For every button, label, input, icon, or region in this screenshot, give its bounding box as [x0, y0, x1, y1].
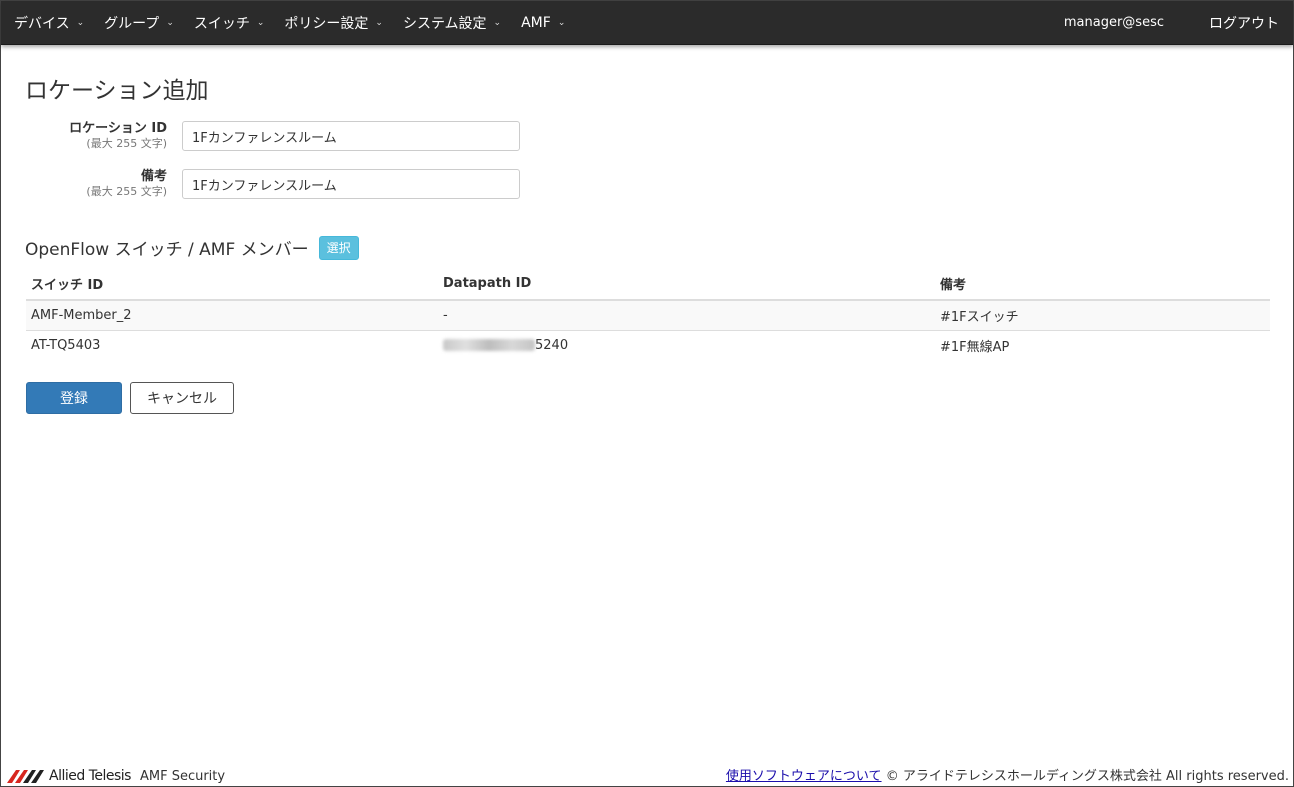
chevron-down-icon: ⌄	[76, 17, 85, 28]
location-id-label: ロケーション ID	[69, 121, 167, 136]
remarks-label-group: 備考 (最大 255 文字)	[0, 169, 167, 199]
nav-amf[interactable]: AMF ⌄	[521, 15, 565, 31]
location-id-input[interactable]	[182, 121, 520, 151]
register-button[interactable]: 登録	[26, 382, 122, 414]
chevron-down-icon: ⌄	[256, 17, 265, 28]
column-header-switch-id[interactable]: スイッチ ID	[26, 269, 438, 301]
nav-system-settings[interactable]: システム設定 ⌄	[403, 13, 501, 33]
nav-groups-label: グループ	[104, 15, 160, 32]
nav-policy-settings[interactable]: ポリシー設定 ⌄	[284, 13, 383, 33]
chevron-down-icon: ⌄	[375, 17, 383, 28]
redacted-blur	[443, 339, 535, 352]
cell-remarks: #1Fスイッチ	[935, 299, 1270, 330]
nav-amf-label: AMF	[521, 14, 551, 31]
table-row[interactable]: AT-TQ5403 5240 #1F無線AP	[26, 329, 1270, 360]
nav-devices-label: デバイス	[14, 15, 70, 32]
copyright-text: © アライドテレシスホールディングス株式会社 All rights reserv…	[885, 769, 1289, 784]
nav-right: manager@sesc ログアウト	[1064, 13, 1293, 33]
column-header-remarks[interactable]: 備考	[935, 269, 1270, 301]
nav-switches-label: スイッチ	[193, 15, 250, 32]
location-id-hint: (最大 255 文字)	[86, 137, 167, 150]
chevron-down-icon: ⌄	[166, 17, 174, 28]
software-info-link[interactable]: 使用ソフトウェアについて	[726, 769, 882, 784]
allied-telesis-logo-icon	[7, 770, 44, 783]
location-id-row: ロケーション ID (最大 255 文字)	[1, 121, 601, 153]
remarks-input[interactable]	[182, 169, 520, 199]
nav-system-settings-label: システム設定	[402, 15, 487, 32]
logout-link[interactable]: ログアウト	[1209, 13, 1279, 33]
top-navbar: デバイス ⌄ グループ ⌄ スイッチ ⌄ ポリシー設定 ⌄ システム設定 ⌄ A…	[1, 1, 1293, 45]
nav-policy-settings-label: ポリシー設定	[284, 15, 369, 32]
members-section-title: OpenFlow スイッチ / AMF メンバー	[25, 240, 309, 260]
cell-switch-id: AMF-Member_2	[26, 299, 438, 330]
product-name: AMF Security	[139, 769, 226, 784]
cancel-button[interactable]: キャンセル	[130, 382, 234, 414]
members-section-header: OpenFlow スイッチ / AMF メンバー 選択	[25, 235, 359, 260]
nav-switches[interactable]: スイッチ ⌄	[194, 13, 265, 33]
remarks-hint: (最大 255 文字)	[86, 185, 167, 198]
cell-remarks: #1F無線AP	[935, 329, 1270, 360]
current-user: manager@sesc	[1063, 15, 1164, 30]
members-table: スイッチ ID Datapath ID 備考 AMF-Member_2 - #1…	[26, 269, 1270, 360]
chevron-down-icon: ⌄	[557, 17, 566, 28]
datapath-id-suffix: 5240	[535, 337, 569, 353]
table-header-row: スイッチ ID Datapath ID 備考	[26, 269, 1270, 301]
nav-groups[interactable]: グループ ⌄	[104, 13, 174, 33]
nav-devices[interactable]: デバイス ⌄	[14, 13, 84, 33]
footer-info: 使用ソフトウェアについて © アライドテレシスホールディングス株式会社 All …	[726, 765, 1289, 784]
cell-datapath-id: 5240	[438, 329, 935, 360]
footer-brand: Allied Telesis AMF Security	[7, 768, 225, 784]
remarks-label: 備考	[140, 169, 167, 184]
cell-switch-id: AT-TQ5403	[26, 329, 438, 360]
cell-datapath-id: -	[438, 299, 935, 330]
remarks-row: 備考 (最大 255 文字)	[1, 169, 601, 201]
nav-menu: デバイス ⌄ グループ ⌄ スイッチ ⌄ ポリシー設定 ⌄ システム設定 ⌄ A…	[1, 1, 585, 44]
table-row[interactable]: AMF-Member_2 - #1Fスイッチ	[26, 299, 1270, 330]
column-header-datapath-id[interactable]: Datapath ID	[438, 269, 935, 301]
select-members-button[interactable]: 選択	[318, 235, 359, 260]
location-id-label-group: ロケーション ID (最大 255 文字)	[0, 121, 167, 151]
page-title: ロケーション追加	[25, 78, 209, 104]
chevron-down-icon: ⌄	[493, 17, 502, 28]
brand-name: Allied Telesis	[49, 768, 131, 784]
